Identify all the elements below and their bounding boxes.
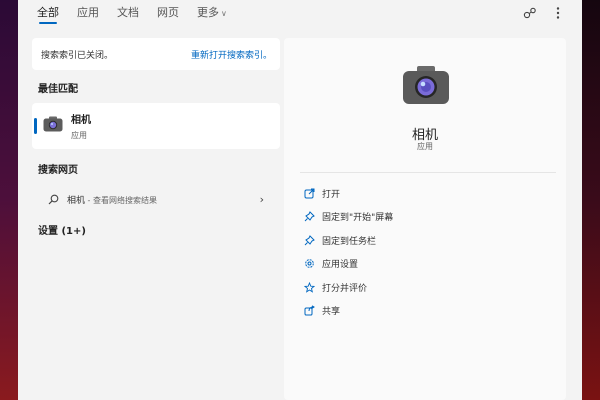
detail-panel: 相机 应用 打开 固定到"开始"屏幕 固定到任务栏 应用设置 打分并评价 共享 — [284, 38, 566, 400]
web-search-suffix: - 查看网络搜索结果 — [85, 195, 157, 205]
action-app-settings-label: 应用设置 — [322, 260, 359, 270]
action-rate-review[interactable]: 打分并评价 — [302, 279, 393, 295]
divider — [300, 172, 556, 173]
connected-accounts-icon[interactable] — [522, 5, 538, 21]
tab-web-label: 网页 — [157, 6, 179, 19]
selection-indicator — [34, 118, 37, 134]
desktop-wallpaper-right — [582, 0, 600, 400]
tab-all[interactable]: 全部 — [37, 0, 59, 30]
more-options-icon[interactable] — [550, 5, 566, 21]
chevron-right-icon: › — [259, 193, 264, 206]
action-share[interactable]: 共享 — [302, 303, 393, 319]
open-icon — [302, 186, 316, 200]
web-search-query: 相机 — [67, 195, 86, 206]
action-list: 打开 固定到"开始"屏幕 固定到任务栏 应用设置 打分并评价 共享 — [302, 185, 393, 326]
share-icon — [302, 304, 316, 318]
camera-icon — [402, 65, 450, 109]
best-match-heading: 最佳匹配 — [38, 84, 78, 95]
tab-documents[interactable]: 文档 — [117, 0, 139, 30]
pin-icon — [302, 210, 316, 224]
web-search-heading: 搜索网页 — [38, 165, 78, 176]
tab-apps[interactable]: 应用 — [77, 0, 99, 30]
tab-more-label: 更多 — [197, 6, 219, 19]
tab-documents-label: 文档 — [117, 6, 139, 19]
action-pin-start[interactable]: 固定到"开始"屏幕 — [302, 209, 393, 225]
action-pin-start-label: 固定到"开始"屏幕 — [322, 213, 394, 223]
gear-icon — [302, 257, 316, 271]
action-share-label: 共享 — [322, 307, 341, 317]
search-window: 全部 应用 文档 网页 更多 ∨ 搜索索引已关闭。 重新打开搜索索引。 最佳匹配… — [18, 0, 582, 400]
settings-heading[interactable]: 设置 (1+) — [32, 222, 280, 237]
web-search-item[interactable]: 相机 - 查看网络搜索结果 › — [32, 188, 280, 210]
search-index-notice: 搜索索引已关闭。 重新打开搜索索引。 — [32, 38, 280, 70]
notice-message: 搜索索引已关闭。 — [41, 50, 114, 61]
tab-web[interactable]: 网页 — [157, 0, 179, 30]
action-open[interactable]: 打开 — [302, 185, 393, 201]
star-icon — [302, 280, 316, 294]
action-open-label: 打开 — [322, 189, 341, 200]
tab-more[interactable]: 更多 ∨ — [197, 0, 227, 30]
search-tabs-bar: 全部 应用 文档 网页 更多 ∨ — [18, 0, 582, 30]
action-rate-review-label: 打分并评价 — [322, 283, 368, 294]
best-match-name: 相机 — [71, 115, 91, 126]
results-panel: 搜索索引已关闭。 重新打开搜索索引。 最佳匹配 相机 应用 搜索网页 相机 - … — [32, 38, 280, 400]
chevron-down-icon: ∨ — [221, 9, 227, 18]
desktop-wallpaper-left — [0, 0, 18, 400]
pin-icon — [302, 233, 316, 247]
search-icon — [48, 190, 59, 209]
best-match-type: 应用 — [71, 131, 87, 140]
action-pin-taskbar-label: 固定到任务栏 — [322, 236, 377, 247]
camera-icon — [43, 116, 63, 136]
app-subtitle: 应用 — [417, 142, 433, 151]
tab-all-label: 全部 — [37, 6, 59, 19]
reenable-index-link[interactable]: 重新打开搜索索引。 — [191, 48, 272, 61]
action-pin-taskbar[interactable]: 固定到任务栏 — [302, 232, 393, 248]
best-match-item[interactable]: 相机 应用 — [32, 103, 280, 149]
action-app-settings[interactable]: 应用设置 — [302, 256, 393, 272]
tab-apps-label: 应用 — [77, 6, 99, 19]
